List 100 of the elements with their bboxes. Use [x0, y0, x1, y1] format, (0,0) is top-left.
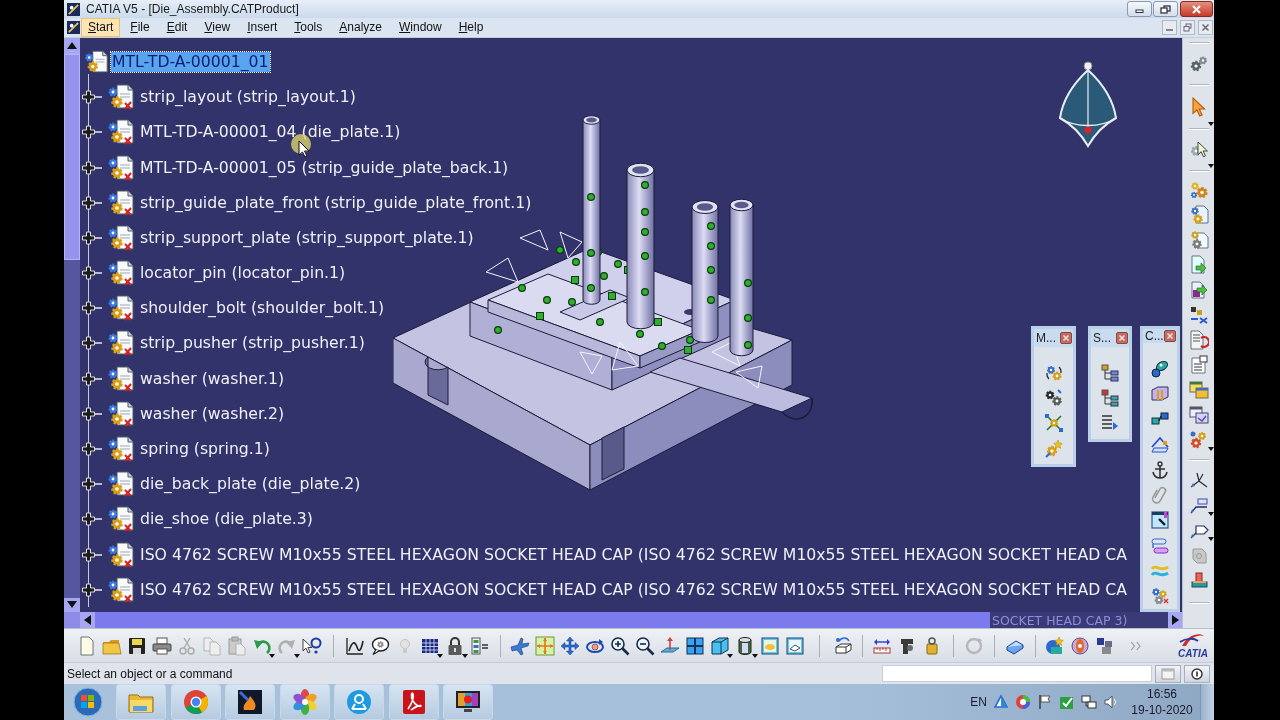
caret-icon[interactable]	[726, 653, 733, 658]
close-icon[interactable]	[1116, 332, 1128, 344]
quad-view-icon[interactable]	[685, 635, 705, 656]
check-icon[interactable]	[1059, 694, 1075, 710]
cubes-icon[interactable]	[1095, 635, 1115, 656]
gear-cursor-icon[interactable]	[1188, 140, 1209, 160]
picture-icon[interactable]	[785, 635, 805, 656]
sphere-star-icon[interactable]	[1045, 635, 1065, 656]
tree-node-label[interactable]: strip_layout (strip_layout.1)	[139, 87, 357, 108]
tree-node-label[interactable]: MTL-TD-A-00001_04 (die_plate.1)	[139, 122, 402, 143]
close-button[interactable]	[1180, 1, 1213, 17]
triangle-logo-icon[interactable]	[993, 694, 1009, 710]
caret-icon[interactable]	[1207, 447, 1214, 451]
box-icon[interactable]	[1150, 383, 1170, 404]
flag-icon[interactable]	[1037, 694, 1053, 710]
tree-node-label[interactable]: spring (spring.1)	[139, 439, 271, 460]
close-button[interactable]	[1198, 20, 1213, 35]
vertical-scrollbar[interactable]	[64, 38, 80, 612]
caret-icon[interactable]	[436, 653, 443, 658]
tree-node-label[interactable]: strip_guide_plate_front (strip_guide_plate_front.1)	[139, 192, 533, 213]
menu-item[interactable]: Analyze	[332, 18, 389, 37]
pan-icon[interactable]	[560, 635, 580, 656]
expand-icon[interactable]	[81, 476, 103, 493]
expand-icon[interactable]	[81, 581, 103, 598]
clock-date[interactable]: 19-10-2020	[1131, 702, 1193, 718]
document-gears-icon[interactable]	[1188, 204, 1209, 225]
tree-node-label[interactable]: ISO 4762 SCREW M10x55 STEEL HEXAGON SOCKET HEAD CAP (ISO 4762 SCREW M10x55 STEEL HEXAGON SOCKET HEAD CA	[139, 579, 1129, 600]
caret-icon[interactable]	[751, 653, 758, 658]
caret-icon[interactable]	[1207, 537, 1214, 541]
windows-icon[interactable]	[1188, 404, 1209, 425]
tree-node-label[interactable]: washer (washer.1)	[139, 368, 286, 389]
tree-structure-icon[interactable]	[1100, 387, 1120, 408]
document-arrow-icon[interactable]	[1188, 279, 1209, 300]
restore-button[interactable]	[1153, 1, 1178, 17]
gear-star-icon[interactable]	[1043, 438, 1064, 459]
tree-node-label[interactable]: shoulder_bolt (shoulder_bolt.1)	[139, 298, 386, 319]
window-icon[interactable]	[1150, 510, 1170, 531]
tree-structure-icon[interactable]	[1100, 362, 1120, 383]
windows-icon[interactable]	[1188, 379, 1209, 400]
expand-icon[interactable]	[81, 229, 103, 246]
expand-icon[interactable]	[81, 370, 103, 387]
box-arrow-icon[interactable]	[833, 635, 853, 656]
caret-icon[interactable]	[1207, 122, 1214, 126]
sheet-icon[interactable]	[1188, 354, 1209, 375]
menu-item[interactable]: Edit	[159, 18, 195, 37]
expand-icon[interactable]	[81, 124, 103, 141]
tree-node-label[interactable]: MTL-TD-A-00001_01	[111, 52, 270, 72]
taskbar-button[interactable]	[225, 684, 275, 720]
tree-node-label[interactable]: die_shoe (die_plate.3)	[139, 509, 314, 530]
gears-document-icon[interactable]	[1188, 229, 1209, 250]
command-input-field[interactable]	[882, 665, 1152, 682]
menu-item[interactable]: File	[123, 18, 157, 37]
tree-node-label[interactable]: locator_pin (locator_pin.1)	[139, 263, 347, 284]
caret-icon[interactable]	[1207, 512, 1214, 516]
scrollbar-thumb[interactable]	[64, 54, 80, 260]
caret-icon[interactable]	[461, 653, 468, 658]
gear-group-icon[interactable]	[1150, 586, 1170, 607]
expand-icon[interactable]	[81, 265, 103, 282]
status-bar-button[interactable]	[1184, 664, 1210, 683]
expand-icon[interactable]	[81, 546, 103, 563]
printer-icon[interactable]	[152, 635, 172, 656]
network-icon[interactable]	[1081, 694, 1097, 710]
clock-time[interactable]: 16:56	[1147, 686, 1177, 702]
menu-item[interactable]: Insert	[240, 18, 285, 37]
scrollbar-thumb[interactable]	[95, 612, 990, 628]
minimize-button[interactable]	[1127, 1, 1152, 17]
menu-item[interactable]: Start	[81, 18, 121, 37]
app-icon[interactable]	[67, 21, 80, 34]
gears-icon[interactable]	[1043, 387, 1064, 408]
speaker-icon[interactable]	[1103, 694, 1119, 710]
cylinder-icon[interactable]	[735, 635, 755, 656]
tree-node-label[interactable]: washer (washer.2)	[139, 403, 286, 424]
color-wheel-icon[interactable]	[1015, 694, 1031, 710]
caret-icon[interactable]	[1207, 164, 1214, 168]
zoom-out-icon[interactable]	[635, 635, 655, 656]
close-icon[interactable]	[1164, 330, 1176, 342]
expand-icon[interactable]	[81, 405, 103, 422]
capsule-icon[interactable]	[1150, 358, 1170, 379]
explode-icon[interactable]	[1043, 413, 1064, 434]
help-cursor-icon[interactable]	[302, 635, 322, 656]
save-icon[interactable]	[127, 635, 147, 656]
taskbar-button[interactable]	[443, 684, 493, 720]
picture-icon[interactable]	[760, 635, 780, 656]
function-icon[interactable]	[345, 635, 365, 656]
expand-icon[interactable]	[81, 300, 103, 317]
fit-all-icon[interactable]	[535, 635, 555, 656]
formula-icon[interactable]	[470, 635, 490, 656]
caret-icon[interactable]	[268, 653, 275, 658]
tree-node-label[interactable]: ISO 4762 SCREW M10x55 STEEL HEXAGON SOCKET HEAD CAP (ISO 4762 SCREW M10x55 STEEL HEXAGON SOCKET HEAD CA	[139, 544, 1129, 565]
close-icon[interactable]	[1060, 332, 1072, 344]
language-indicator[interactable]: EN	[970, 695, 987, 709]
expand-icon[interactable]	[81, 159, 103, 176]
tree-node-label[interactable]: MTL-TD-A-00001_05 (strip_guide_plate_back.1)	[139, 157, 510, 178]
cube-icon[interactable]	[710, 635, 730, 656]
house-icon[interactable]	[1150, 434, 1170, 455]
blocks-icon[interactable]	[1188, 304, 1209, 325]
normal-view-icon[interactable]	[660, 635, 680, 656]
zoom-in-icon[interactable]	[610, 635, 630, 656]
speech-bubble-icon[interactable]	[370, 635, 390, 656]
document-arrow-icon[interactable]	[1188, 254, 1209, 275]
